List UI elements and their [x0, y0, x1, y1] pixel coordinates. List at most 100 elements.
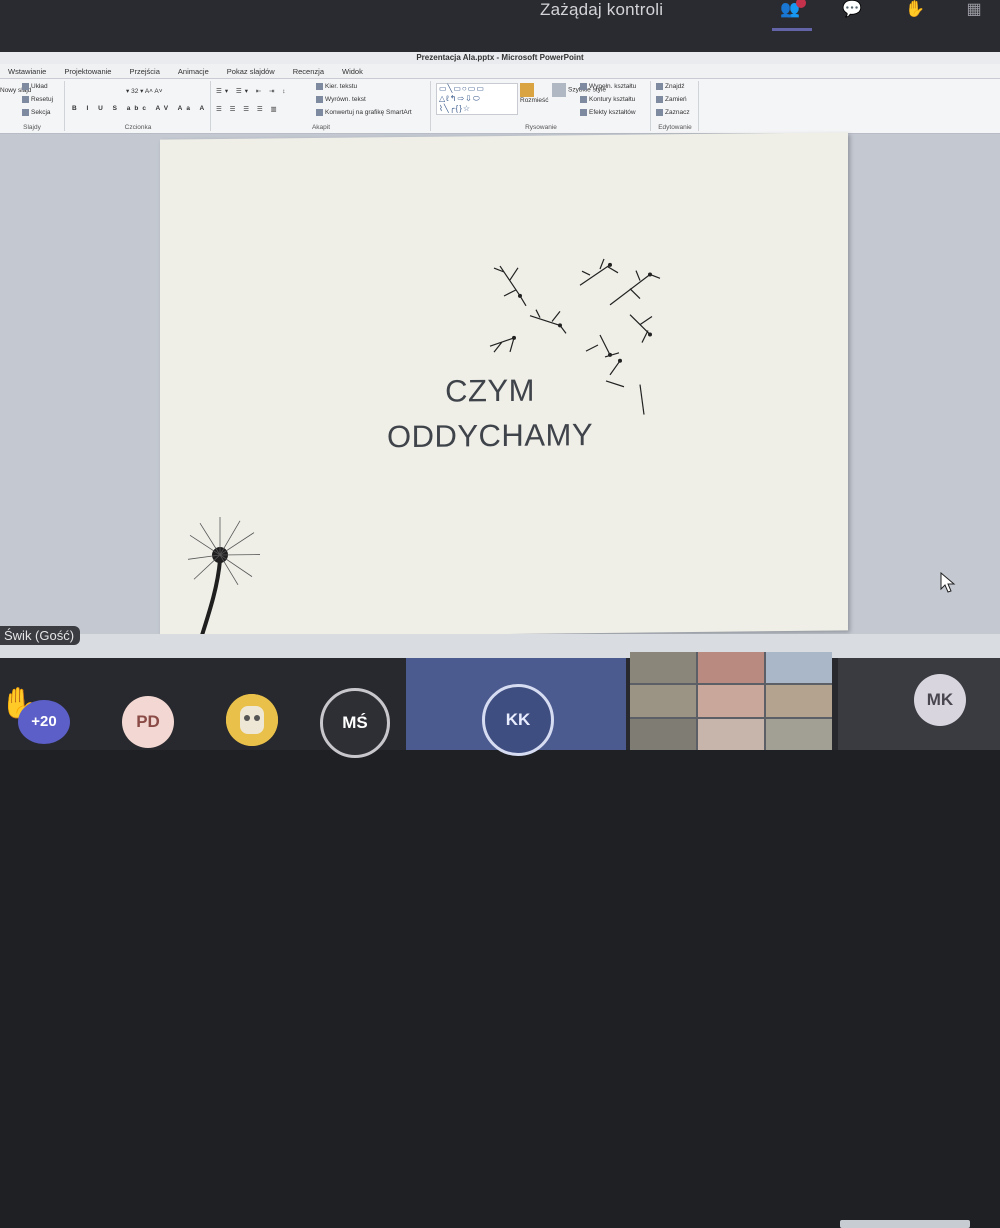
reset-icon: [22, 96, 29, 103]
pen-icon: [580, 96, 587, 103]
ppt-window-title: Prezentacja Ala.pptx - Microsoft PowerPo…: [0, 52, 1000, 64]
participant-avatar-mk[interactable]: MK: [914, 674, 966, 726]
request-control-button[interactable]: Zażądaj kontroli: [540, 0, 663, 20]
align-text-button[interactable]: Wyrówn. tekst: [316, 96, 366, 103]
ribbon-group-paragraph: ☰▾ ☰▾ ⇤ ⇥ ↕ ☰ ☰ ☰ ☰ ▥ Kier. tekstu Wyrów…: [212, 81, 431, 131]
video-thumb: [766, 685, 832, 716]
tab-insert[interactable]: Wstawianie: [8, 67, 46, 76]
reactions-icon[interactable]: ✋: [903, 0, 927, 22]
font-size-box[interactable]: ▾ 32 ▾ A˄ A˅: [126, 87, 163, 95]
font-size-value: 32: [131, 88, 138, 95]
more-participants-count[interactable]: +20: [18, 700, 70, 744]
active-speaker-tile[interactable]: KK: [406, 658, 626, 750]
shared-screen: Prezentacja Ala.pptx - Microsoft PowerPo…: [0, 52, 1000, 658]
tab-design[interactable]: Projektowanie: [64, 67, 111, 76]
paint-bucket-icon: [580, 83, 587, 90]
video-thumb: [698, 652, 764, 683]
reset-button[interactable]: Resetuj: [22, 96, 53, 103]
video-thumb: [766, 719, 832, 750]
avatar-photo-icon: [226, 694, 278, 746]
select-button[interactable]: Zaznacz: [656, 109, 690, 116]
participant-tile-mk[interactable]: MK: [838, 658, 1000, 750]
align-text-label: Wyrówn. tekst: [325, 96, 366, 103]
tab-view[interactable]: Widok: [342, 67, 363, 76]
select-label: Zaznacz: [665, 109, 690, 116]
shape-outline-button[interactable]: Kontury kształtu: [580, 96, 635, 103]
smartart-label: Konwertuj na grafikę SmartArt: [325, 109, 412, 116]
align-text-icon: [316, 96, 323, 103]
section-button[interactable]: Sekcja: [22, 109, 51, 116]
ribbon-group-editing: Znajdź Zamień Zaznacz Edytowanie: [652, 81, 699, 131]
video-thumb: [630, 652, 696, 683]
quick-styles-button[interactable]: Szybkie style: [552, 83, 578, 97]
people-icon[interactable]: 👥: [778, 0, 802, 22]
slide-canvas[interactable]: CZYM ODDYCHAMY: [160, 132, 848, 637]
notification-badge: [796, 0, 806, 8]
new-slide-button[interactable]: Nowy slajd: [0, 87, 16, 95]
arrange-label: Rozmieść: [520, 97, 549, 104]
participant-avatar-kk[interactable]: KK: [482, 684, 554, 756]
editing-group-label: Edytowanie: [652, 124, 698, 131]
drawing-group-label: Rysowanie: [432, 124, 650, 131]
slide-workspace: CZYM ODDYCHAMY: [0, 134, 1000, 634]
ribbon-group-drawing: ▭╲▭○▭▭△ℓ↰⇨⇩⬭⌇╲╭{}☆ Rozmieść Szybkie styl…: [432, 81, 651, 131]
paragraph-group-label: Akapit: [212, 124, 430, 131]
slide-title-line1: CZYM: [340, 367, 640, 415]
text-direction-label: Kier. tekstu: [325, 83, 357, 90]
select-icon: [656, 109, 663, 116]
font-group-label: Czcionka: [66, 124, 210, 131]
ribbon-group-slides: Nowy slajd Układ Resetuj Sekcja Slajdy: [0, 81, 65, 131]
tab-animations[interactable]: Animacje: [178, 67, 209, 76]
layout-button[interactable]: Układ: [22, 83, 48, 90]
zoom-slider[interactable]: [840, 1220, 970, 1228]
reset-label: Resetuj: [31, 96, 53, 103]
raised-hands-tile[interactable]: ✋ +20: [0, 658, 96, 750]
participant-photo-avatar[interactable]: [226, 694, 278, 746]
slides-group-label: Slajdy: [0, 124, 64, 131]
section-label: Sekcja: [31, 109, 51, 116]
active-tab-indicator: [772, 28, 812, 31]
tab-slideshow[interactable]: Pokaz slajdów: [227, 67, 275, 76]
video-thumb: [766, 652, 832, 683]
replace-icon: [656, 96, 663, 103]
tab-review[interactable]: Recenzja: [293, 67, 324, 76]
find-button[interactable]: Znajdź: [656, 83, 685, 90]
shape-fill-button[interactable]: Wypełn. kształtu: [580, 83, 636, 90]
shape-fill-label: Wypełn. kształtu: [589, 83, 636, 90]
arrange-icon: [520, 83, 534, 97]
video-gallery-tile[interactable]: [630, 652, 832, 750]
text-direction-icon: [316, 83, 323, 90]
video-thumb: [630, 685, 696, 716]
replace-button[interactable]: Zamień: [656, 96, 687, 103]
quick-styles-icon: [552, 83, 566, 97]
video-thumb: [698, 685, 764, 716]
teams-top-bar: Zażądaj kontroli 👥 💬 ✋ ▦: [0, 0, 1000, 52]
slide-title-line2: ODDYCHAMY: [340, 412, 640, 460]
align-buttons[interactable]: ☰ ☰ ☰ ☰ ▥: [216, 105, 280, 113]
arrange-button[interactable]: Rozmieść: [520, 83, 549, 104]
chat-icon[interactable]: 💬: [840, 0, 864, 22]
shape-outline-label: Kontury kształtu: [589, 96, 635, 103]
more-icon[interactable]: ▦: [962, 0, 986, 22]
layout-label: Układ: [31, 83, 48, 90]
shapes-gallery[interactable]: ▭╲▭○▭▭△ℓ↰⇨⇩⬭⌇╲╭{}☆: [436, 83, 518, 115]
participants-strip: ✋ +20 PD MŚ KK MK: [0, 658, 1000, 750]
smartart-icon: [316, 109, 323, 116]
tab-transitions[interactable]: Przejścia: [129, 67, 159, 76]
section-icon: [22, 109, 29, 116]
text-direction-button[interactable]: Kier. tekstu: [316, 83, 357, 90]
font-format-buttons[interactable]: B I U S abc AV Aa A: [72, 105, 208, 112]
ribbon-group-font: ▾ 32 ▾ A˄ A˅ B I U S abc AV Aa A Czcionk…: [66, 81, 211, 131]
participant-avatar-ms[interactable]: MŚ: [320, 688, 390, 758]
layout-icon: [22, 83, 29, 90]
ppt-status-bar: [0, 634, 1000, 658]
presenter-name-label: Świk (Gość): [0, 626, 80, 645]
shape-effects-button[interactable]: Efekty kształtów: [580, 109, 636, 116]
slide-title[interactable]: CZYM ODDYCHAMY: [340, 367, 640, 460]
mouse-cursor-icon: [940, 572, 956, 594]
video-thumb: [630, 719, 696, 750]
participant-avatar-pd[interactable]: PD: [122, 696, 174, 748]
binoculars-icon: [656, 83, 663, 90]
smartart-button[interactable]: Konwertuj na grafikę SmartArt: [316, 109, 412, 116]
list-buttons[interactable]: ☰▾ ☰▾ ⇤ ⇥ ↕: [216, 87, 289, 95]
